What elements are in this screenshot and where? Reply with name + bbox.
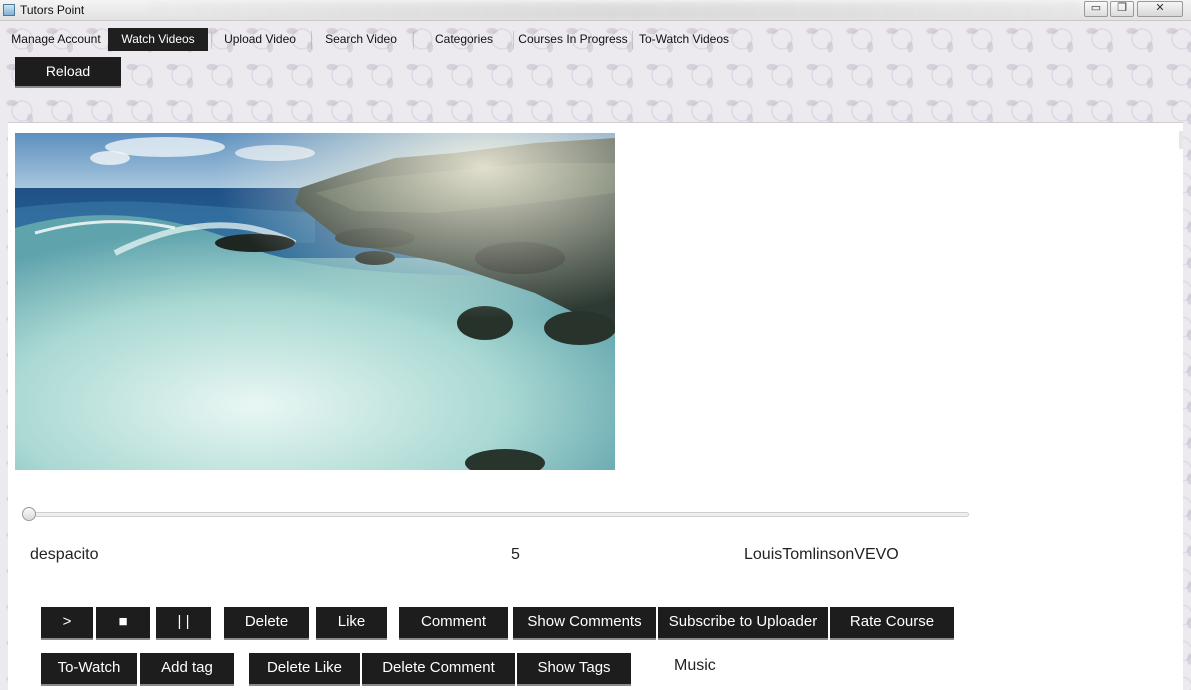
show-comments-button[interactable]: Show Comments [513,607,656,638]
uploader-name: LouisTomlinsonVEVO [744,546,899,563]
minimize-icon[interactable]: ▭ [1084,1,1108,17]
watch-panel: despacito 5 LouisTomlinsonVEVO > ■ | | D… [8,122,1183,690]
video-category: Music [674,657,716,674]
video-rating: 5 [511,546,520,563]
rate-course-button[interactable]: Rate Course [830,607,954,638]
like-button[interactable]: Like [316,607,387,638]
window-titlebar: Tutors Point ▭ ❐ ✕ [0,0,1191,21]
seek-slider-thumb[interactable] [22,507,36,521]
show-tags-button[interactable]: Show Tags [517,653,631,684]
tab-watch-videos[interactable]: Watch Videos [108,28,208,51]
comment-button[interactable]: Comment [399,607,508,638]
tab-manage-account[interactable]: Manage Account [6,28,106,51]
add-tag-button[interactable]: Add tag [140,653,234,684]
restore-icon[interactable]: ❐ [1110,1,1134,17]
pause-button[interactable]: | | [156,607,211,638]
window-title: Tutors Point [20,3,85,17]
tab-search-video[interactable]: Search Video [315,28,407,51]
close-icon[interactable]: ✕ [1137,1,1183,17]
scrollbar[interactable] [1179,131,1183,149]
tab-upload-video[interactable]: Upload Video [215,28,305,51]
play-button[interactable]: > [41,607,93,638]
seek-track[interactable] [25,512,969,517]
video-frame[interactable] [15,133,615,470]
tab-courses-in-progress[interactable]: Courses In Progress [516,28,630,51]
tab-categories[interactable]: Categories [418,28,510,51]
stop-button[interactable]: ■ [96,607,150,638]
delete-like-button[interactable]: Delete Like [249,653,360,684]
delete-comment-button[interactable]: Delete Comment [362,653,515,684]
subscribe-to-uploader-button[interactable]: Subscribe to Uploader [658,607,828,638]
reload-button[interactable]: Reload [15,57,121,86]
to-watch-button[interactable]: To-Watch [41,653,137,684]
video-title: despacito [30,546,99,563]
blurred-address-area [150,2,1080,18]
delete-button[interactable]: Delete [224,607,309,638]
app-icon [3,4,15,16]
tab-to-watch-videos[interactable]: To-Watch Videos [634,28,734,51]
video-thumbnail [15,133,615,470]
